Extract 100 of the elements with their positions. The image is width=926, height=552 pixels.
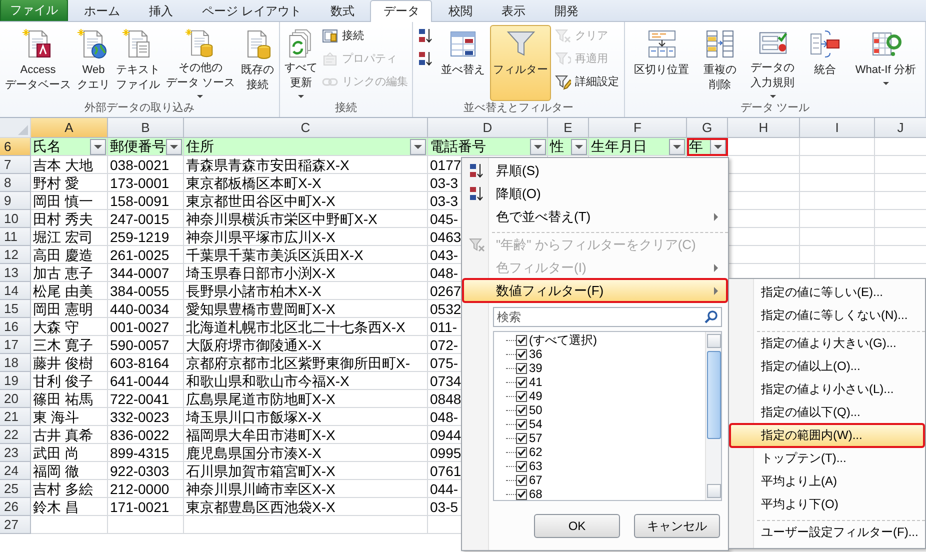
search-field[interactable]: 検索 xyxy=(493,307,722,327)
ribbon-button[interactable]: What-If 分析 xyxy=(852,25,919,101)
menu-item[interactable]: 指定の値以下(Q)... xyxy=(730,401,924,424)
ribbon-button[interactable]: データの 入力規則 xyxy=(748,25,798,101)
checkbox[interactable] xyxy=(516,488,527,500)
row-header[interactable]: 10 xyxy=(0,210,31,228)
menu-item[interactable]: 平均より上(A) xyxy=(730,470,924,493)
row-header[interactable]: 12 xyxy=(0,246,31,264)
menu-item[interactable]: 指定の値より小さい(L)... xyxy=(730,378,924,401)
row-header[interactable]: 24 xyxy=(0,462,31,480)
column-header[interactable]: A xyxy=(31,118,108,138)
ribbon-button[interactable]: テキスト ファイル xyxy=(112,25,163,101)
column-header[interactable]: G xyxy=(687,118,728,138)
checkbox[interactable] xyxy=(516,418,527,430)
checkbox[interactable] xyxy=(516,376,527,388)
filter-dropdown-button[interactable] xyxy=(530,138,546,154)
ribbon-tab[interactable]: 表示 xyxy=(488,0,538,21)
connection-icon xyxy=(322,28,338,44)
ribbon-tab[interactable]: 数式 xyxy=(317,0,368,21)
filter-dropdown-button[interactable] xyxy=(166,138,182,154)
row-header[interactable]: 27 xyxy=(0,516,31,534)
filter-dropdown-button[interactable] xyxy=(90,138,106,154)
checkbox[interactable] xyxy=(516,460,527,472)
ribbon-tab[interactable]: 挿入 xyxy=(136,0,186,21)
scrollbar[interactable] xyxy=(705,332,721,500)
filter-dropdown-button[interactable] xyxy=(571,138,587,154)
ribbon-button[interactable]: 既存の 接続 xyxy=(238,25,277,101)
row-header[interactable]: 14 xyxy=(0,282,31,300)
menu-item[interactable]: 指定の値以上(O)... xyxy=(730,355,924,378)
checkbox[interactable] xyxy=(516,404,527,416)
column-header[interactable]: D xyxy=(428,118,548,138)
ribbon-tab[interactable]: ホーム xyxy=(71,0,133,21)
checkbox[interactable] xyxy=(516,334,527,346)
column-header[interactable]: F xyxy=(589,118,687,138)
row-header[interactable]: 19 xyxy=(0,372,31,390)
checkbox[interactable] xyxy=(516,362,527,374)
column-header[interactable]: E xyxy=(548,118,589,138)
menu-item[interactable]: 指定の値に等しい(E)... xyxy=(730,281,924,304)
row-header[interactable]: 11 xyxy=(0,228,31,246)
row-header[interactable]: 6 xyxy=(0,138,31,156)
ribbon-tab[interactable]: データ xyxy=(370,0,432,22)
ribbon-button[interactable]: 詳細設定 xyxy=(553,71,621,92)
column-header[interactable]: B xyxy=(108,118,184,138)
row-header[interactable]: 18 xyxy=(0,354,31,372)
row-header[interactable]: 20 xyxy=(0,390,31,408)
cancel-button[interactable]: キャンセル xyxy=(634,514,720,538)
row-header[interactable]: 8 xyxy=(0,174,31,192)
row-header[interactable]: 22 xyxy=(0,426,31,444)
column-header[interactable]: I xyxy=(800,118,875,138)
ribbon-button[interactable]: Web クエリ xyxy=(74,25,113,101)
row-header[interactable]: 15 xyxy=(0,300,31,318)
row-header[interactable]: 9 xyxy=(0,192,31,210)
file-tab[interactable]: ファイル xyxy=(0,0,68,21)
checkbox[interactable] xyxy=(516,474,527,486)
menu-item[interactable]: 平均より下(O) xyxy=(730,493,924,516)
row-header[interactable]: 25 xyxy=(0,480,31,498)
row-header[interactable]: 26 xyxy=(0,498,31,516)
ribbon-button[interactable]: 統合 xyxy=(806,25,844,101)
ribbon-button[interactable]: 区切り位置 xyxy=(631,25,692,101)
row-header[interactable]: 21 xyxy=(0,408,31,426)
reapply-icon xyxy=(555,50,571,66)
menu-item[interactable]: トップテン(T)... xyxy=(730,447,924,470)
checkbox[interactable] xyxy=(516,390,527,402)
checkbox-label: 68 xyxy=(529,487,542,501)
ribbon-button[interactable]: その他の データ ソース xyxy=(162,25,238,101)
ribbon-tab[interactable]: 校閲 xyxy=(435,0,486,21)
menu-item[interactable]: 指定の値より大きい(G)... xyxy=(730,332,924,355)
ribbon-button[interactable]: フィルター xyxy=(490,25,551,101)
filter-dropdown-button[interactable] xyxy=(410,138,426,154)
column-header[interactable]: J xyxy=(875,118,926,138)
consolidate-icon xyxy=(809,28,842,60)
ribbon-button[interactable]: 接続 xyxy=(320,25,410,46)
checkbox[interactable] xyxy=(516,348,527,360)
menu-item[interactable]: 指定の値に等しくない(N)... xyxy=(730,304,924,327)
menu-item[interactable]: 指定の範囲内(W)... xyxy=(730,424,924,447)
row-header[interactable]: 7 xyxy=(0,156,31,174)
table-cell: 京都府京都市北区紫野東御所田町X- xyxy=(184,354,428,372)
column-header[interactable]: H xyxy=(728,118,800,138)
menu-item[interactable]: ユーザー設定フィルター(F)... xyxy=(730,521,924,544)
ribbon-button[interactable]: 重複の 削除 xyxy=(700,25,740,101)
row-header[interactable]: 17 xyxy=(0,336,31,354)
checkbox[interactable] xyxy=(516,446,527,458)
column-header[interactable]: C xyxy=(184,118,428,138)
table-cell: 東京都世田谷区中町X-X xyxy=(184,192,428,210)
ribbon-button[interactable]: Access データベース xyxy=(2,25,74,101)
row-header[interactable]: 23 xyxy=(0,444,31,462)
ribbon-button[interactable]: 並べ替え xyxy=(438,25,488,101)
checkbox[interactable] xyxy=(516,432,527,444)
row-header[interactable]: 13 xyxy=(0,264,31,282)
ribbon-button[interactable]: すべて 更新 xyxy=(282,25,320,101)
ribbon-tab[interactable]: ページ レイアウト xyxy=(189,0,314,21)
filter-dropdown-button[interactable] xyxy=(669,138,685,154)
filter-dropdown-button[interactable] xyxy=(710,138,726,154)
table-cell: 神奈川県横浜市栄区中野町X-X xyxy=(184,210,428,228)
clear-filter-icon xyxy=(469,236,485,252)
sort-ascending-icon xyxy=(418,28,434,44)
ribbon-tab[interactable]: 開発 xyxy=(541,0,592,21)
row-header[interactable]: 16 xyxy=(0,318,31,336)
ok-button[interactable]: OK xyxy=(534,514,620,538)
menu-item[interactable]: 数値フィルター(F) xyxy=(463,279,727,302)
